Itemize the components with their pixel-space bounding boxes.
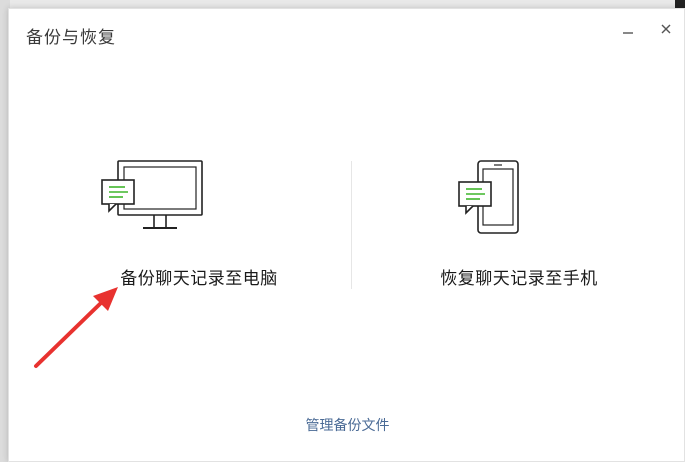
computer-with-message-icon — [101, 160, 203, 229]
dialog-title: 备份与恢复 — [26, 28, 116, 48]
background-corner — [675, 0, 685, 8]
backup-to-computer-label: 备份聊天记录至电脑 — [120, 269, 278, 289]
manage-backup-files-link[interactable]: 管理备份文件 — [9, 415, 685, 435]
restore-to-phone-option[interactable]: 恢复聊天记录至手机 — [369, 154, 669, 304]
minimize-icon — [623, 32, 633, 34]
restore-to-phone-label: 恢复聊天记录至手机 — [440, 269, 598, 289]
backup-to-computer-option[interactable]: 备份聊天记录至电脑 — [49, 154, 349, 304]
phone-with-message-icon — [458, 160, 519, 234]
backup-restore-dialog: 备份与恢复 备份聊天记录至电脑 恢复聊天记录至手机 管理备份文件 — [8, 8, 685, 462]
minimize-button[interactable] — [616, 17, 640, 41]
option-divider — [351, 161, 352, 289]
close-button[interactable] — [654, 17, 678, 41]
close-icon — [661, 24, 671, 34]
